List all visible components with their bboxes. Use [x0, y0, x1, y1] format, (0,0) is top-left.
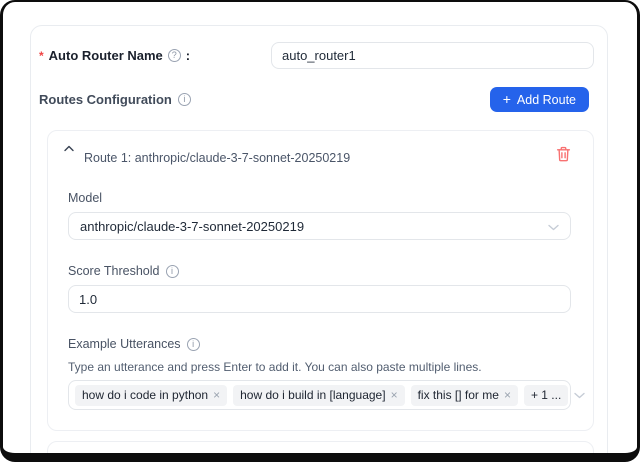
collapse-icon[interactable] — [62, 143, 76, 154]
info-icon[interactable]: i — [166, 265, 179, 278]
remove-tag-icon[interactable]: × — [213, 389, 220, 401]
model-label-text: Model — [68, 191, 102, 205]
model-select-value: anthropic/claude-3-7-sonnet-20250219 — [80, 219, 304, 234]
label-colon: : — [186, 48, 190, 63]
score-threshold-label-text: Score Threshold — [68, 264, 160, 278]
utterance-tag-label: how do i build in [language] — [240, 388, 385, 402]
model-select[interactable]: anthropic/claude-3-7-sonnet-20250219 — [68, 212, 571, 240]
utterance-tag-label: how do i code in python — [82, 388, 208, 402]
score-threshold-input[interactable] — [68, 285, 571, 313]
collapse-icon[interactable] — [62, 454, 76, 462]
route-card-2: Route 2: azure_ai/gpt-4o — [47, 441, 594, 462]
overflow-tag-label: + 1 ... — [531, 388, 561, 402]
app-window: * Auto Router Name ? : Routes Configurat… — [0, 0, 640, 462]
delete-route-2-button[interactable] — [556, 457, 571, 462]
add-route-button[interactable]: + Add Route — [490, 87, 589, 112]
score-threshold-label: Score Threshold i — [68, 264, 571, 278]
trash-icon — [556, 146, 571, 162]
plus-icon: + — [503, 92, 511, 106]
model-label: Model — [68, 191, 571, 205]
auto-router-name-label: * Auto Router Name ? : — [39, 48, 271, 63]
route-2-header[interactable]: Route 2: azure_ai/gpt-4o — [62, 454, 571, 462]
trash-icon — [556, 457, 571, 462]
chevron-down-icon — [548, 219, 559, 234]
auto-router-name-label-text: Auto Router Name — [49, 48, 163, 63]
info-icon[interactable]: i — [178, 93, 191, 106]
info-icon[interactable]: i — [187, 338, 200, 351]
route-card-1: Route 1: anthropic/claude-3-7-sonnet-202… — [47, 130, 594, 431]
auto-router-form: * Auto Router Name ? : Routes Configurat… — [30, 25, 608, 462]
required-asterisk: * — [39, 49, 44, 63]
delete-route-1-button[interactable] — [556, 146, 571, 162]
routes-configuration-label-text: Routes Configuration — [39, 92, 172, 107]
help-icon[interactable]: ? — [168, 49, 181, 62]
utterances-tags-input[interactable]: how do i code in python × how do i build… — [68, 380, 571, 410]
example-utterances-label-text: Example Utterances — [68, 337, 181, 351]
utterance-tag-label: fix this [] for me — [418, 388, 499, 402]
auto-router-name-row: * Auto Router Name ? : — [39, 42, 594, 69]
utterance-tag: how do i build in [language] × — [233, 385, 404, 406]
chevron-down-icon — [574, 386, 585, 404]
add-route-button-label: Add Route — [517, 93, 576, 107]
utterance-tag: how do i code in python × — [75, 385, 227, 406]
route-1-header[interactable]: Route 1: anthropic/claude-3-7-sonnet-202… — [62, 143, 571, 165]
routes-configuration-row: Routes Configuration i + Add Route — [39, 87, 594, 112]
example-utterances-label: Example Utterances i — [68, 337, 571, 351]
routes-configuration-label: Routes Configuration i — [39, 92, 192, 107]
route-1-title: Route 1: anthropic/claude-3-7-sonnet-202… — [84, 151, 350, 165]
overflow-tag[interactable]: + 1 ... — [524, 385, 568, 406]
utterance-tag: fix this [] for me × — [411, 385, 518, 406]
utterances-help-text: Type an utterance and press Enter to add… — [68, 360, 571, 374]
auto-router-name-input[interactable] — [271, 42, 594, 69]
remove-tag-icon[interactable]: × — [504, 389, 511, 401]
remove-tag-icon[interactable]: × — [391, 389, 398, 401]
